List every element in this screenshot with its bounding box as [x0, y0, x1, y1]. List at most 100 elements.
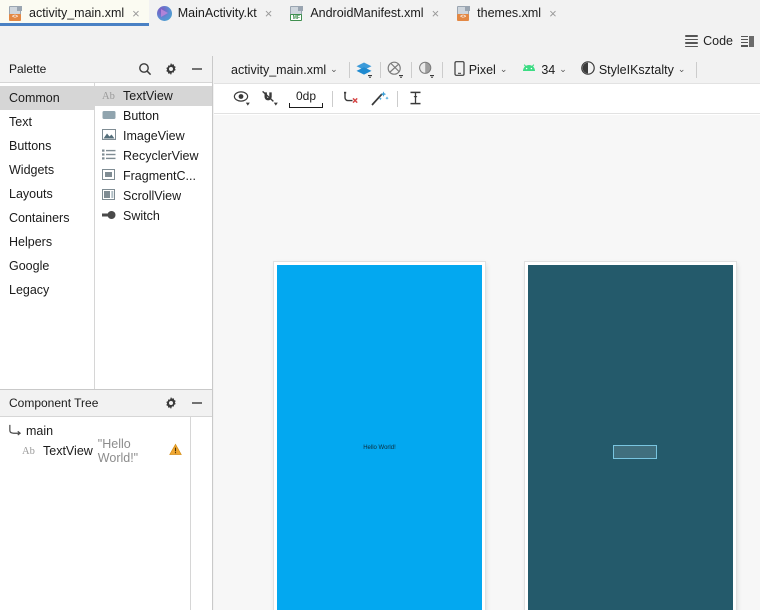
editor-tab-label: activity_main.xml	[29, 6, 125, 20]
palette-item-imageview[interactable]: ImageView	[95, 126, 212, 146]
design-surface-icon[interactable]	[354, 59, 376, 81]
palette-item-label: Button	[123, 109, 160, 123]
editor-tab-main-activity-kt[interactable]: MainActivity.kt ×	[149, 0, 282, 26]
palette-item-textview[interactable]: Ab TextView	[95, 86, 212, 106]
constraint-toolbar: 0dp	[214, 84, 760, 114]
palette-item-fragmentcontainerview[interactable]: FragmentC...	[95, 166, 212, 186]
palette-category-layouts[interactable]: Layouts	[0, 182, 94, 206]
warning-triangle-icon[interactable]	[169, 443, 182, 459]
constraint-layout-icon	[8, 423, 22, 439]
device-preview-blueprint[interactable]	[525, 262, 736, 610]
phone-icon	[454, 60, 465, 79]
editor-tab-themes-xml[interactable]: <> themes.xml ×	[448, 0, 566, 26]
palette-category-buttons[interactable]: Buttons	[0, 134, 94, 158]
hello-world-text: Hello World!	[363, 445, 396, 451]
blueprint-mode-icon[interactable]	[385, 59, 407, 81]
android-icon	[521, 63, 537, 77]
theme-selector-label: StyleIKsztalty	[598, 62, 674, 77]
palette-body: Common Text Buttons Widgets Layouts Cont…	[0, 83, 212, 389]
toolbar-separator	[696, 61, 698, 78]
chevron-down-icon: ⌄	[559, 64, 567, 74]
palette-category-label: Containers	[9, 211, 70, 225]
editor-tab-close-icon[interactable]: ×	[432, 7, 440, 20]
toolbar-separator	[410, 61, 412, 78]
palette-item-label: ImageView	[123, 129, 185, 143]
code-view-icon	[685, 35, 699, 47]
device-selector[interactable]: Pixel ⌄	[447, 59, 515, 81]
night-mode-icon[interactable]	[416, 59, 438, 81]
palette-item-label: Switch	[123, 209, 160, 223]
view-mode-switcher: Code	[685, 28, 754, 54]
palette-category-label: Buttons	[9, 139, 52, 153]
palette-category-widgets[interactable]: Widgets	[0, 158, 94, 182]
palette-item-switch[interactable]: Switch	[95, 206, 212, 226]
minimize-icon[interactable]	[190, 396, 204, 410]
fragment-icon	[102, 169, 117, 183]
component-tree-header: Component Tree	[0, 390, 212, 417]
editor-tab-close-icon[interactable]: ×	[132, 7, 140, 20]
device-preview-design[interactable]: Hello World!	[274, 262, 485, 610]
palette-item-scrollview[interactable]: ScrollView	[95, 186, 212, 206]
palette-item-label: RecyclerView	[123, 149, 199, 163]
editor-tab-label: themes.xml	[477, 6, 542, 20]
api-level-selector[interactable]: 34 ⌄	[514, 59, 573, 81]
palette-item-label: FragmentC...	[123, 169, 196, 183]
manifest-file-icon: MF	[289, 5, 304, 21]
toolbar-separator	[441, 61, 443, 78]
magnet-off-icon[interactable]	[256, 86, 284, 112]
toolbar-separator	[348, 61, 350, 78]
component-tree-panel: Component Tree main Ab TextView "Hello W…	[0, 389, 212, 610]
palette-item-label: TextView	[123, 89, 173, 103]
default-margin-selector[interactable]: 0dp	[286, 90, 326, 108]
component-tree-scroll-gutter[interactable]	[190, 417, 212, 610]
left-tool-panels: Palette Common Text Buttons Widgets Layo…	[0, 56, 213, 610]
kotlin-file-icon	[156, 5, 172, 21]
magic-wand-icon[interactable]	[365, 86, 393, 112]
design-editor-area: activity_main.xml ⌄ Pixel ⌄ 34 ⌄ StyleIK…	[214, 56, 760, 610]
design-toolbar: activity_main.xml ⌄ Pixel ⌄ 34 ⌄ StyleIK…	[214, 56, 760, 130]
palette-category-containers[interactable]: Containers	[0, 206, 94, 230]
editor-tab-bar: <> activity_main.xml × MainActivity.kt ×…	[0, 0, 760, 26]
theme-selector[interactable]: StyleIKsztalty ⌄	[574, 59, 693, 81]
chevron-down-icon: ⌄	[499, 64, 508, 74]
design-canvas[interactable]: Hello World!	[214, 115, 760, 610]
search-icon[interactable]	[138, 62, 152, 76]
eye-icon[interactable]	[228, 86, 256, 112]
palette-item-label: ScrollView	[123, 189, 182, 203]
gear-icon[interactable]	[164, 396, 178, 410]
editor-tab-activity-main-xml[interactable]: <> activity_main.xml ×	[0, 0, 149, 26]
device-screen-design[interactable]: Hello World!	[277, 265, 482, 610]
palette-category-helpers[interactable]: Helpers	[0, 230, 94, 254]
device-selector-label: Pixel	[468, 62, 496, 77]
palette-category-google[interactable]: Google	[0, 254, 94, 278]
editor-tab-android-manifest-xml[interactable]: MF AndroidManifest.xml ×	[281, 0, 448, 26]
palette-category-common[interactable]: Common	[0, 86, 94, 110]
component-tree-node-textview[interactable]: Ab TextView "Hello World!"	[0, 437, 212, 465]
minimize-icon[interactable]	[190, 62, 204, 76]
toolbar-separator	[332, 90, 333, 107]
view-mode-code-label: Code	[703, 34, 733, 48]
palette-item-button[interactable]: Button	[95, 106, 212, 126]
view-mode-split[interactable]	[741, 35, 754, 47]
selected-textview-outline[interactable]	[613, 445, 657, 459]
palette-item-recyclerview[interactable]: RecyclerView	[95, 146, 212, 166]
guidelines-icon[interactable]	[402, 86, 430, 112]
editor-tab-close-icon[interactable]: ×	[265, 7, 273, 20]
palette-category-label: Google	[9, 259, 50, 273]
gear-icon[interactable]	[164, 62, 178, 76]
xml-values-file-icon: <>	[456, 5, 471, 21]
clear-constraints-icon[interactable]	[337, 86, 365, 112]
switch-icon	[102, 210, 117, 223]
palette-category-label: Helpers	[9, 235, 53, 249]
component-tree-node-label: TextView	[43, 444, 93, 458]
palette-category-text[interactable]: Text	[0, 110, 94, 134]
button-icon	[102, 110, 117, 123]
palette-category-label: Layouts	[9, 187, 53, 201]
palette-category-legacy[interactable]: Legacy	[0, 278, 94, 302]
textview-icon: Ab	[22, 445, 35, 457]
device-screen-blueprint[interactable]	[528, 265, 733, 610]
view-mode-code[interactable]: Code	[685, 34, 733, 48]
component-tree-title: Component Tree	[9, 396, 99, 410]
layout-file-selector[interactable]: activity_main.xml ⌄	[224, 59, 345, 81]
editor-tab-close-icon[interactable]: ×	[549, 7, 557, 20]
